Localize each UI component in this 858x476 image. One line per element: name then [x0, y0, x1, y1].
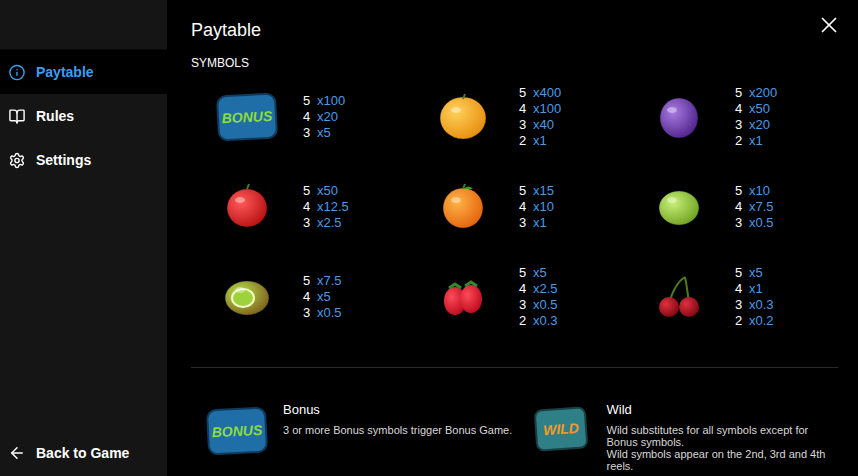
back-to-game-button[interactable]: Back to Game — [0, 431, 167, 475]
page-title: Paytable — [191, 18, 261, 42]
pay-row: 4x20 — [303, 109, 345, 125]
paytable-screen: PaytableRulesSettingsBack to GamePaytabl… — [0, 0, 858, 476]
symbol-cell: 5x4004x1003x402x1 — [407, 72, 623, 162]
strawberry-icon — [435, 271, 491, 323]
pay-row: 5x400 — [519, 85, 561, 101]
pay-row: 3x0.5 — [735, 215, 774, 231]
pay-row: 2x1 — [519, 133, 561, 149]
pay-row: 3x5 — [303, 125, 345, 141]
pay-list: 5x104x7.53x0.5 — [735, 183, 774, 231]
pay-list: 5x154x103x1 — [519, 183, 554, 231]
plum-icon — [651, 91, 707, 143]
feature-text: Wild symbols appear on the 2nd, 3rd and … — [607, 448, 839, 472]
symbol-cell: 5x154x103x1 — [407, 162, 623, 252]
feature-item: BONUS Bonus 3 or more Bonus symbols trigge… — [191, 402, 515, 472]
pay-row: 2x0.2 — [735, 313, 774, 329]
divider — [191, 367, 838, 368]
pay-row: 4x10 — [519, 199, 554, 215]
sidebar-item[interactable]: Settings — [0, 138, 167, 182]
pay-row: 5x200 — [735, 85, 777, 101]
sidebar-item[interactable]: Paytable — [0, 50, 167, 94]
cherry-icon — [651, 271, 707, 323]
bonus-icon: BONUS — [206, 406, 268, 455]
symbol-cell: 5x104x7.53x0.5 — [623, 162, 839, 252]
pay-row: 4x5 — [303, 289, 342, 305]
feature-title: Bonus — [283, 402, 512, 418]
feature-item: WILD Wild Wild substitutes for all symbols… — [515, 402, 839, 472]
pay-row: 5x15 — [519, 183, 554, 199]
sidebar-item[interactable]: Rules — [0, 94, 167, 138]
lime-icon — [651, 181, 707, 233]
pay-row: 3x0.5 — [303, 305, 342, 321]
pay-row: 5x7.5 — [303, 273, 342, 289]
pay-row: 4x100 — [519, 101, 561, 117]
symbol-cell: 5x54x13x0.32x0.2 — [623, 252, 839, 342]
gear-icon — [6, 152, 28, 169]
feature-text: 3 or more Bonus symbols trigger Bonus Ga… — [283, 424, 512, 436]
pay-row: 5x5 — [735, 265, 774, 281]
pay-row: 2x1 — [735, 133, 777, 149]
pay-row: 5x5 — [519, 265, 558, 281]
bonus-icon: BONUS — [216, 92, 278, 141]
pay-list: 5x1004x203x5 — [303, 93, 345, 141]
pay-row: 5x50 — [303, 183, 349, 199]
feature-text: Wild substitutes for all symbols except … — [607, 424, 839, 448]
feature-title: Wild — [607, 402, 839, 418]
pay-row: 3x0.5 — [519, 297, 558, 313]
pay-row: 5x10 — [735, 183, 774, 199]
book-icon — [6, 108, 28, 125]
orange-icon — [435, 181, 491, 233]
pay-row: 5x100 — [303, 93, 345, 109]
pay-row: 3x1 — [519, 215, 554, 231]
pay-row: 4x50 — [735, 101, 777, 117]
paytable-panel: PaytableSYMBOLSBONUS5x1004x203x55x4004x1… — [167, 0, 858, 476]
info-icon — [6, 64, 28, 81]
pay-list: 5x54x13x0.32x0.2 — [735, 265, 774, 329]
apple-icon — [219, 181, 275, 233]
symbol-grid: BONUS5x1004x203x55x4004x1003x402x15x2004… — [191, 72, 838, 342]
pay-row: 3x40 — [519, 117, 561, 133]
pay-row: 3x2.5 — [303, 215, 349, 231]
pay-row: 4x7.5 — [735, 199, 774, 215]
close-icon[interactable] — [816, 12, 842, 38]
pay-row: 4x2.5 — [519, 281, 558, 297]
feature-list: BONUS Bonus 3 or more Bonus symbols trigge… — [191, 368, 838, 472]
section-label: SYMBOLS — [191, 55, 838, 71]
pay-row: 4x12.5 — [303, 199, 349, 215]
melon-icon — [435, 91, 491, 143]
pay-row: 3x20 — [735, 117, 777, 133]
kiwi-icon — [219, 271, 275, 323]
pay-list: 5x7.54x53x0.5 — [303, 273, 342, 321]
symbol-cell: 5x54x2.53x0.52x0.3 — [407, 252, 623, 342]
symbol-cell: 5x7.54x53x0.5 — [191, 252, 407, 342]
pay-list: 5x504x12.53x2.5 — [303, 183, 349, 231]
wild-icon: WILD — [533, 406, 588, 452]
pay-row: 3x0.3 — [735, 297, 774, 313]
pay-row: 2x0.3 — [519, 313, 558, 329]
arrow-left-icon — [6, 444, 28, 462]
pay-list: 5x2004x503x202x1 — [735, 85, 777, 149]
pay-list: 5x4004x1003x402x1 — [519, 85, 561, 149]
symbol-cell: 5x504x12.53x2.5 — [191, 162, 407, 252]
pay-list: 5x54x2.53x0.52x0.3 — [519, 265, 558, 329]
sidebar: PaytableRulesSettings Back to Game — [0, 0, 167, 476]
symbol-cell: BONUS 5x1004x203x5 — [191, 72, 407, 162]
symbol-cell: 5x2004x503x202x1 — [623, 72, 839, 162]
pay-row: 4x1 — [735, 281, 774, 297]
